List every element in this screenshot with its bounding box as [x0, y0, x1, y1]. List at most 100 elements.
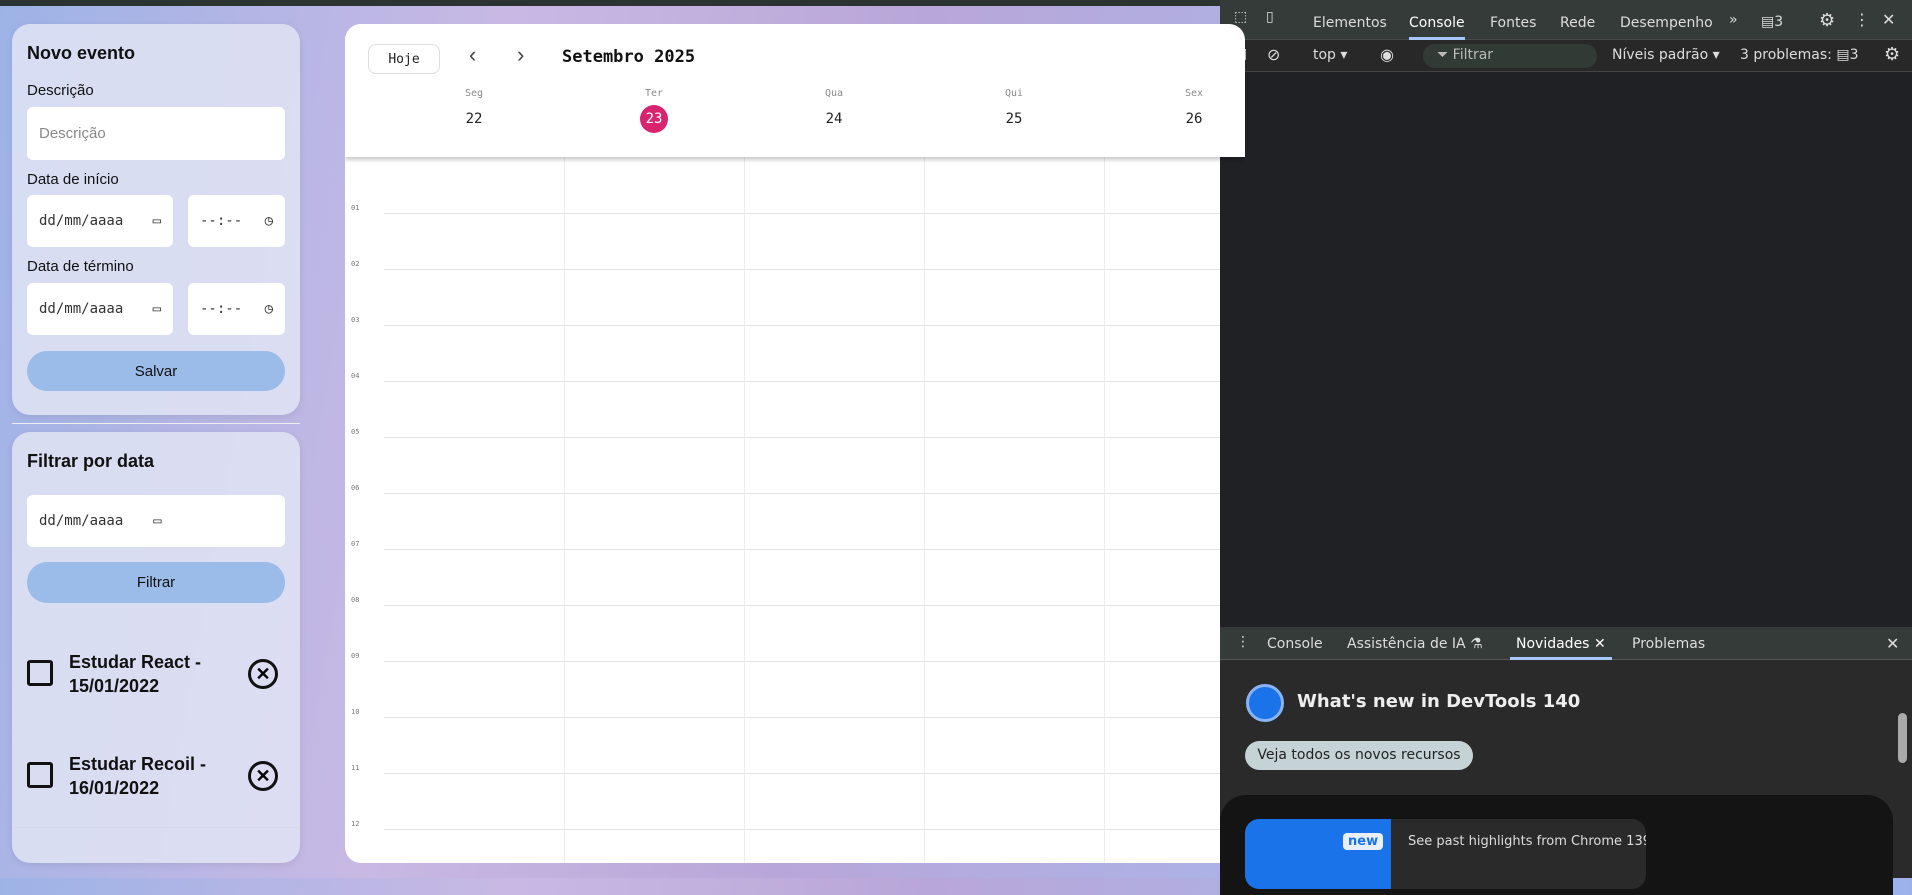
clock-icon[interactable]: ◷ [265, 301, 273, 317]
tab-desempenho[interactable]: Desempenho [1620, 15, 1713, 31]
filter-date-input[interactable]: dd/mm/aaaa ▭ [27, 495, 285, 547]
filter-title: Filtrar por data [27, 451, 155, 471]
settings-gear-icon[interactable]: ⚙ [1819, 10, 1835, 31]
end-date-input[interactable]: dd/mm/aaaa ▭ [27, 283, 173, 335]
drawer-tab-novidades[interactable]: Novidades ✕ [1510, 636, 1612, 660]
description-input[interactable]: Descrição [27, 107, 285, 160]
browser-top-edge [0, 0, 1220, 6]
context-value: top [1313, 47, 1336, 63]
drawer-scrollbar[interactable] [1893, 660, 1912, 878]
start-date-label: Data de início [27, 171, 119, 188]
start-time-input[interactable]: --:-- ◷ [188, 195, 285, 247]
section-divider [12, 423, 300, 424]
inspect-element-icon[interactable]: ⬚ [1234, 9, 1247, 25]
drawer-tab-console[interactable]: Console [1267, 636, 1323, 652]
description-label: Descrição [27, 82, 94, 99]
close-tab-icon[interactable]: ✕ [1594, 636, 1606, 652]
day-header: Ter 23 [564, 88, 744, 133]
ai-tab-label: Assistência de IA [1347, 636, 1466, 652]
clock-icon[interactable]: ◷ [265, 213, 273, 229]
filter-button[interactable]: Filtrar [27, 562, 285, 603]
hour-line [384, 549, 1245, 550]
next-week-chevron-icon[interactable]: › [517, 42, 524, 68]
more-options-icon[interactable]: ⋮ [1854, 10, 1870, 29]
highlight-item[interactable]: new See past highlights from Chrome 139 [1245, 819, 1646, 889]
tab-rede[interactable]: Rede [1560, 15, 1595, 31]
clear-console-icon[interactable]: ⊘ [1267, 45, 1280, 64]
calendar-panel: Hoje ‹ › Setembro 2025 Seg 22 Ter 23 Qua 24 Qu… [345, 24, 1245, 863]
day-column-divider [1104, 157, 1105, 863]
problems-label: 3 problemas: [1740, 47, 1832, 63]
delete-event-icon[interactable]: ✕ [248, 659, 278, 689]
tab-fontes[interactable]: Fontes [1490, 15, 1536, 31]
time-placeholder: --:-- [200, 213, 243, 229]
message-icon: ▤ [1761, 14, 1775, 30]
event-checkbox[interactable] [27, 762, 53, 788]
list-divider [12, 827, 300, 828]
context-select[interactable]: top ▾ [1313, 47, 1347, 63]
live-expression-eye-icon[interactable]: ◉ [1380, 45, 1394, 64]
flask-icon: ⚗ [1470, 636, 1483, 652]
hour-line [384, 605, 1245, 606]
log-levels-select[interactable]: Níveis padrão ▾ [1612, 47, 1720, 63]
filter-placeholder: Filtrar [1452, 47, 1494, 63]
scrollbar-thumb[interactable] [1898, 713, 1907, 763]
hour-line [384, 773, 1245, 774]
hour-line [384, 661, 1245, 662]
delete-event-icon[interactable]: ✕ [248, 761, 278, 791]
day-header: Qui 25 [924, 88, 1104, 133]
save-button[interactable]: Salvar [27, 351, 285, 391]
day-number[interactable]: 24 [820, 105, 848, 133]
issues-count: 3 [1774, 14, 1784, 30]
hour-line [384, 325, 1245, 326]
day-name: Ter [644, 88, 664, 99]
close-devtools-icon[interactable]: ✕ [1882, 10, 1895, 29]
more-tabs-icon[interactable]: » [1729, 12, 1738, 28]
calendar-icon[interactable]: ▭ [153, 513, 161, 529]
event-item: Estudar React - 15/01/2022 ✕ [12, 644, 278, 704]
tab-console[interactable]: Console [1409, 15, 1465, 40]
end-time-input[interactable]: --:-- ◷ [188, 283, 285, 335]
day-number[interactable]: 23 [640, 105, 668, 133]
device-toolbar-icon[interactable]: ▯ [1266, 9, 1274, 25]
date-placeholder: dd/mm/aaaa [39, 513, 124, 529]
problems-count: 3 [1849, 47, 1859, 63]
calendar-icon[interactable]: ▭ [153, 301, 161, 317]
console-settings-gear-icon[interactable]: ⚙ [1884, 44, 1900, 65]
close-drawer-icon[interactable]: ✕ [1886, 634, 1899, 653]
day-number[interactable]: 25 [1000, 105, 1028, 133]
drawer-tab-problemas[interactable]: Problemas [1632, 636, 1705, 652]
hour-line [384, 717, 1245, 718]
today-button[interactable]: Hoje [368, 44, 440, 74]
drawer-menu-icon[interactable]: ⋮ [1236, 634, 1250, 650]
day-name: Sex [1184, 88, 1204, 99]
calendar-icon[interactable]: ▭ [153, 213, 161, 229]
highlight-text: See past highlights from Chrome 139 [1408, 834, 1646, 849]
problems-button[interactable]: 3 problemas: ▤3 [1740, 47, 1858, 63]
prev-week-chevron-icon[interactable]: ‹ [469, 42, 476, 68]
tab-elementos[interactable]: Elementos [1313, 15, 1387, 31]
filter-icon: ⏷ [1437, 47, 1449, 63]
hour-label: 01 [351, 204, 360, 212]
day-number[interactable]: 22 [460, 105, 488, 133]
devtools-main-toolbar: ⬚ ▯ Elementos Console Fontes Rede Desemp… [1220, 0, 1912, 40]
start-date-input[interactable]: dd/mm/aaaa ▭ [27, 195, 173, 247]
hour-label: 10 [351, 708, 360, 716]
console-filter-input[interactable]: ⏷ Filtrar [1423, 44, 1597, 68]
console-toolbar: ◫ ⊘ top ▾ ◉ ⏷ Filtrar Níveis padrão ▾ 3 … [1220, 40, 1912, 72]
highlight-thumbnail: new [1245, 819, 1391, 889]
hour-line [384, 269, 1245, 270]
hour-line [384, 213, 1245, 214]
hour-label: 02 [351, 260, 360, 268]
day-number[interactable]: 26 [1180, 105, 1208, 133]
day-name: Qui [1004, 88, 1024, 99]
day-header: Qua 24 [744, 88, 924, 133]
event-checkbox[interactable] [27, 660, 53, 686]
issues-badge[interactable]: ▤3 [1761, 14, 1783, 30]
drawer-tab-ai-assistance[interactable]: Assistência de IA ⚗ [1347, 636, 1483, 652]
day-column-divider [564, 157, 565, 863]
see-all-features-button[interactable]: Veja todos os novos recursos [1245, 741, 1473, 770]
new-badge: new [1343, 833, 1384, 850]
hour-label: 11 [351, 764, 360, 772]
hour-label: 12 [351, 820, 360, 828]
